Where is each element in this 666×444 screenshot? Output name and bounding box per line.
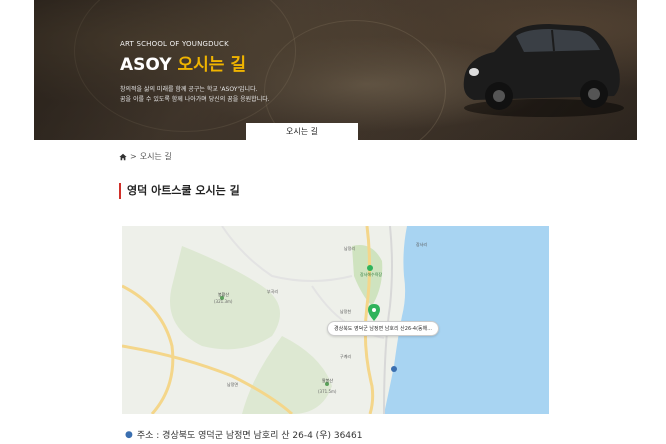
toy-car-image: [463, 24, 624, 117]
hero-desc-line2: 꿈을 이룰 수 있도록 함께 나아가며 당신의 꿈을 응원합니다.: [120, 96, 270, 103]
breadcrumb: > 오시는 길: [119, 151, 172, 162]
section-title: 영덕 아트스쿨 오시는 길: [119, 183, 240, 199]
map-label-town1: 남정리: [344, 245, 355, 251]
map-label-town2: 부곡리: [267, 288, 278, 294]
map-label-town4: 구계리: [340, 353, 351, 359]
hero-subtitle: ART SCHOOL OF YOUNGDUCK: [120, 40, 229, 48]
map-label-mountain1-height: (321.3m): [214, 299, 233, 304]
hero-text-block: ART SCHOOL OF YOUNGDUCK ASOY 오시는 길 창의적을 …: [120, 40, 270, 105]
tab-directions[interactable]: 오시는 길: [246, 123, 358, 140]
map-label-mountain2-height: (371.5m): [318, 389, 337, 394]
bullet-icon: ●: [125, 429, 133, 440]
map-label-town3: 남정면: [227, 381, 238, 387]
address-line: ● 주소 : 경상북도 영덕군 남정면 남호리 산 26-4 (우) 36461: [125, 428, 363, 442]
hero-title: ASOY 오시는 길: [120, 50, 270, 75]
hero-desc-line1: 창의적을 삶의 미래를 함께 공구는 학교 'ASOY'입니다.: [120, 86, 258, 93]
map-label-town5: 장사리: [416, 241, 427, 247]
location-map[interactable]: 봉황산 (321.3m) 팔봉산 (371.5m) 남정리 부곡리 남정면 구계…: [122, 226, 549, 414]
map-label-mountain2: 팔봉산: [322, 377, 333, 383]
hero-title-main: ASOY: [120, 55, 172, 75]
hero-title-accent: 오시는 길: [177, 55, 246, 75]
address-text: 주소 : 경상북도 영덕군 남정면 남호리 산 26-4 (우) 36461: [136, 431, 363, 441]
hero-description: 창의적을 삶의 미래를 함께 공구는 학교 'ASOY'입니다. 꿈을 이룰 수…: [120, 85, 270, 105]
home-icon[interactable]: [119, 153, 127, 161]
map-canvas[interactable]: 봉황산 (321.3m) 팔봉산 (371.5m) 남정리 부곡리 남정면 구계…: [122, 226, 549, 414]
hero-map-contour: [264, 20, 446, 140]
map-label-place1: 장사해수욕장: [360, 271, 382, 277]
map-location-popup[interactable]: 경상북도 영덕군 남정면 남호리 산26-4(동해...: [327, 321, 440, 336]
hero-banner: ART SCHOOL OF YOUNGDUCK ASOY 오시는 길 창의적을 …: [34, 0, 637, 140]
map-label-mountain1: 봉황산: [218, 291, 229, 297]
breadcrumb-current[interactable]: 오시는 길: [140, 151, 172, 162]
map-label-town6: 남정천: [340, 308, 351, 314]
breadcrumb-separator: >: [130, 152, 137, 161]
